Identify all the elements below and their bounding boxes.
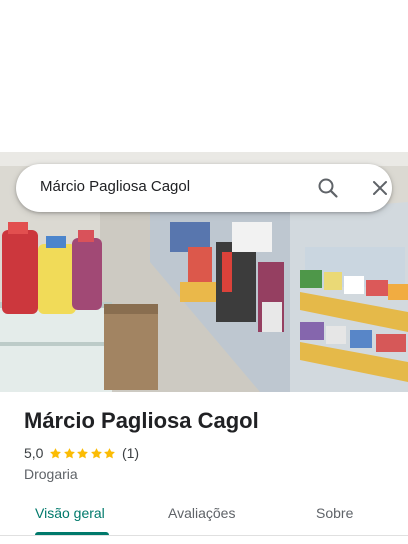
star-icon xyxy=(91,447,102,458)
rating-row[interactable]: 5,0 (1) xyxy=(24,444,139,462)
star-icon xyxy=(64,447,75,458)
tab-bar: Visão geral Avaliações Sobre xyxy=(0,496,408,536)
search-input[interactable]: Márcio Pagliosa Cagol xyxy=(40,178,190,195)
place-category: Drogaria xyxy=(24,466,78,482)
place-title: Márcio Pagliosa Cagol xyxy=(24,408,259,433)
star-icon xyxy=(50,447,62,458)
review-count[interactable]: (1) xyxy=(122,445,139,461)
close-icon[interactable] xyxy=(368,176,392,200)
rating-value: 5,0 xyxy=(24,445,44,461)
search-icon[interactable] xyxy=(316,176,340,200)
map-area-blank xyxy=(0,0,408,152)
tab-about[interactable]: Sobre xyxy=(316,505,353,521)
tabs-divider xyxy=(0,535,408,536)
tab-overview[interactable]: Visão geral xyxy=(35,505,105,521)
star-rating xyxy=(49,447,117,460)
star-icon xyxy=(104,447,116,458)
search-bar[interactable]: Márcio Pagliosa Cagol xyxy=(16,164,392,212)
tab-reviews[interactable]: Avaliações xyxy=(168,505,235,521)
star-icon xyxy=(77,447,89,458)
